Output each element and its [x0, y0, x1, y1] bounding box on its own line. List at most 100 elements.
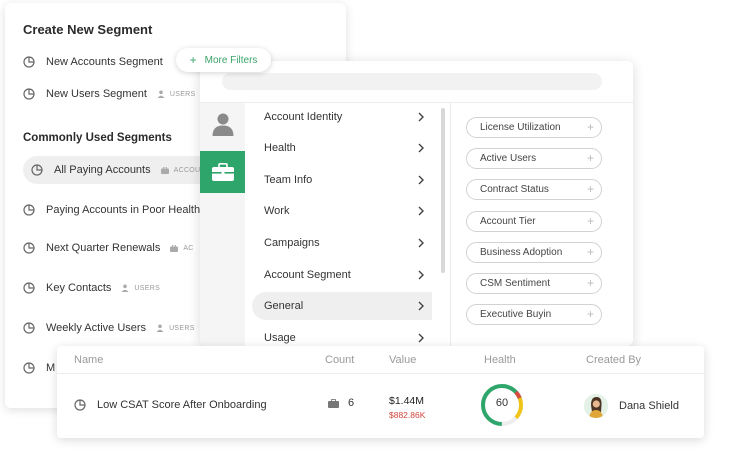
field-chip-account-tier[interactable]: Account Tier + — [466, 211, 602, 232]
person-icon — [212, 113, 233, 136]
category-general[interactable]: General — [252, 292, 432, 320]
segment-label: Next Quarter Renewals — [46, 242, 161, 254]
segment-label: New Accounts Segment — [46, 56, 163, 68]
plus-icon: + — [586, 182, 594, 196]
segment-label: M — [46, 362, 56, 374]
column-header-created-by[interactable]: Created By — [586, 354, 641, 366]
chevron-right-icon — [418, 175, 424, 185]
avatar — [584, 394, 608, 418]
segment-label: Paying Accounts in Poor Health — [46, 204, 201, 216]
pie-chart-icon — [31, 164, 43, 176]
filter-panel: Account Identity Health Team Info Work C… — [200, 61, 633, 346]
pie-chart-icon — [23, 88, 35, 100]
column-header-value[interactable]: Value — [389, 354, 416, 366]
column-header-count[interactable]: Count — [325, 354, 354, 366]
briefcase-icon — [211, 163, 234, 181]
category-account-identity[interactable]: Account Identity — [252, 103, 432, 131]
chevron-right-icon — [418, 301, 424, 311]
segment-type-tag: AC — [170, 244, 193, 252]
segment-label: Weekly Active Users — [46, 322, 147, 334]
health-score: 60 — [495, 397, 509, 409]
rail-item-accounts[interactable] — [200, 151, 245, 193]
category-account-segment[interactable]: Account Segment — [252, 261, 432, 289]
category-health[interactable]: Health — [252, 134, 432, 162]
filter-search-input[interactable] — [222, 73, 602, 90]
field-chip-csm-sentiment[interactable]: CSM Sentiment + — [466, 273, 602, 294]
plus-icon: + — [586, 245, 594, 259]
row-count: 6 — [348, 397, 355, 409]
field-chip-contract-status[interactable]: Contract Status + — [466, 179, 602, 200]
row-value-cell: $1.44M $882.86K — [389, 395, 425, 420]
rail-item-users[interactable] — [200, 103, 245, 145]
plus-icon: + — [586, 151, 594, 165]
user-icon — [121, 284, 129, 292]
segment-label: Key Contacts — [46, 282, 112, 294]
chevron-right-icon — [418, 333, 424, 343]
field-chip-business-adoption[interactable]: Business Adoption + — [466, 242, 602, 263]
pie-chart-icon — [23, 282, 35, 294]
briefcase-icon — [170, 244, 179, 252]
row-name-cell[interactable]: Low CSAT Score After Onboarding — [74, 399, 267, 411]
create-segment-title: Create New Segment — [23, 22, 153, 37]
common-segments-title: Commonly Used Segments — [23, 132, 172, 144]
category-team-info[interactable]: Team Info — [252, 166, 432, 194]
pie-chart-icon — [23, 56, 35, 68]
pie-chart-icon — [23, 362, 35, 374]
row-count-cell: 6 — [328, 397, 354, 409]
segment-item-new-accounts[interactable]: New Accounts Segment — [23, 48, 163, 76]
field-chip-license-utilization[interactable]: License Utilization + — [466, 117, 602, 138]
segment-type-tag: USERS — [121, 284, 160, 292]
creator-name: Dana Shield — [619, 400, 679, 412]
filter-type-rail — [200, 103, 245, 346]
category-campaigns[interactable]: Campaigns — [252, 229, 432, 257]
category-work[interactable]: Work — [252, 197, 432, 225]
category-scrollbar[interactable] — [441, 108, 445, 273]
user-icon — [156, 324, 164, 332]
segment-item-weekly-active[interactable]: Weekly Active Users USERS — [23, 314, 195, 342]
briefcase-icon — [160, 166, 169, 174]
segment-item-renewals[interactable]: Next Quarter Renewals AC — [23, 234, 194, 262]
field-chip-executive-buyin[interactable]: Executive Buyin + — [466, 304, 602, 325]
segment-item-poor-health[interactable]: Paying Accounts in Poor Health — [23, 196, 200, 224]
pie-chart-icon — [74, 399, 86, 411]
segment-type-tag: USERS — [156, 324, 195, 332]
row-name: Low CSAT Score After Onboarding — [97, 399, 267, 411]
more-filters-button[interactable]: + More Filters — [176, 48, 271, 72]
segment-label: All Paying Accounts — [54, 164, 151, 176]
pie-chart-icon — [23, 322, 35, 334]
segment-item-key-contacts[interactable]: Key Contacts USERS — [23, 274, 160, 302]
chevron-right-icon — [418, 206, 424, 216]
divider — [57, 373, 704, 374]
segment-item-partial[interactable]: M — [23, 354, 55, 382]
plus-icon: + — [586, 307, 594, 321]
person-avatar-icon — [584, 394, 608, 418]
chevron-right-icon — [418, 143, 424, 153]
pie-chart-icon — [23, 204, 35, 216]
divider — [450, 103, 451, 346]
field-chip-active-users[interactable]: Active Users + — [466, 148, 602, 169]
plus-icon: + — [189, 53, 197, 67]
plus-icon: + — [586, 214, 594, 228]
row-value: $1.44M — [389, 395, 425, 407]
column-header-name[interactable]: Name — [74, 354, 103, 366]
row-creator-cell[interactable]: Dana Shield — [584, 394, 679, 418]
stage: Create New Segment New Accounts Segment … — [0, 0, 734, 471]
category-list: Account Identity Health Team Info Work C… — [245, 103, 441, 346]
plus-icon: + — [586, 276, 594, 290]
briefcase-icon — [328, 398, 339, 408]
pie-chart-icon — [23, 242, 35, 254]
user-icon — [157, 90, 165, 98]
segment-type-tag: USERS — [157, 90, 196, 98]
more-filters-label: More Filters — [204, 54, 258, 66]
row-value-secondary: $882.86K — [389, 410, 426, 420]
segment-type-tag: ACCOUN — [160, 166, 206, 174]
plus-icon: + — [586, 120, 594, 134]
segment-label: New Users Segment — [46, 88, 147, 100]
category-usage[interactable]: Usage — [252, 324, 432, 346]
segment-item-new-users[interactable]: New Users Segment USERS — [23, 80, 196, 108]
segment-table: Name Count Value Health Created By Low C… — [57, 346, 704, 438]
column-header-health[interactable]: Health — [484, 354, 516, 366]
chevron-right-icon — [418, 270, 424, 280]
chevron-right-icon — [418, 112, 424, 122]
chevron-right-icon — [418, 238, 424, 248]
